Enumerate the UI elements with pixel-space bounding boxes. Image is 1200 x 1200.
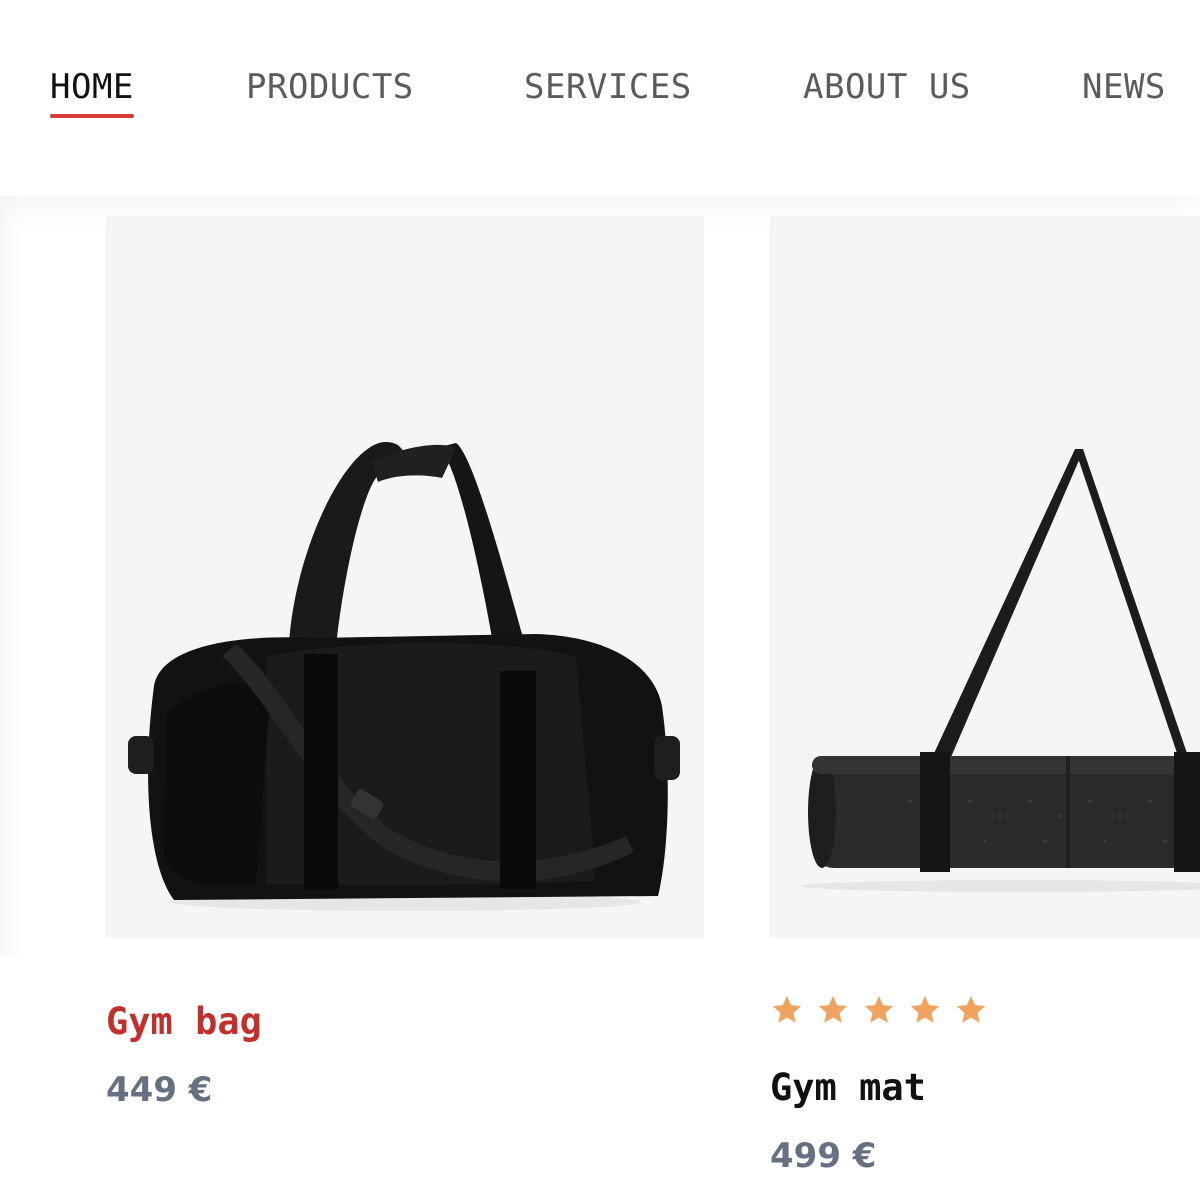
nav-item-products[interactable]: PRODUCTS [246, 66, 414, 122]
previous-card-edge [0, 196, 22, 956]
main-navigation: HOME PRODUCTS SERVICES ABOUT US NEWS [0, 0, 1200, 196]
yoga-mat-image[interactable] [770, 216, 1200, 938]
star-icon [818, 995, 848, 1023]
nav-item-label: ABOUT US [803, 67, 971, 107]
nav-item-services[interactable]: SERVICES [524, 66, 692, 122]
product-title[interactable]: Gym mat [770, 1066, 926, 1110]
star-icon [956, 995, 986, 1023]
product-price: 449 € [106, 1070, 213, 1110]
star-icon [772, 995, 802, 1023]
nav-item-label: HOME [50, 67, 134, 107]
nav-item-label: NEWS [1082, 67, 1166, 107]
active-tab-underline [50, 114, 134, 118]
yoga-mat-icon [800, 449, 1200, 892]
gym-bag-icon [128, 441, 680, 911]
gym-bag-image[interactable] [106, 216, 704, 938]
nav-item-home[interactable]: HOME [50, 66, 134, 122]
nav-item-label: SERVICES [524, 67, 692, 107]
nav-item-label: PRODUCTS [246, 67, 414, 107]
product-price: 499 € [770, 1136, 877, 1176]
product-grid: Gym bag 449 € Gym mat 499 € [0, 196, 1200, 1200]
star-icon [910, 995, 940, 1023]
star-rating [770, 990, 988, 1030]
product-title[interactable]: Gym bag [106, 1000, 262, 1044]
nav-item-news[interactable]: NEWS [1082, 66, 1166, 122]
nav-item-about-us[interactable]: ABOUT US [803, 66, 971, 122]
star-icon [864, 995, 894, 1023]
